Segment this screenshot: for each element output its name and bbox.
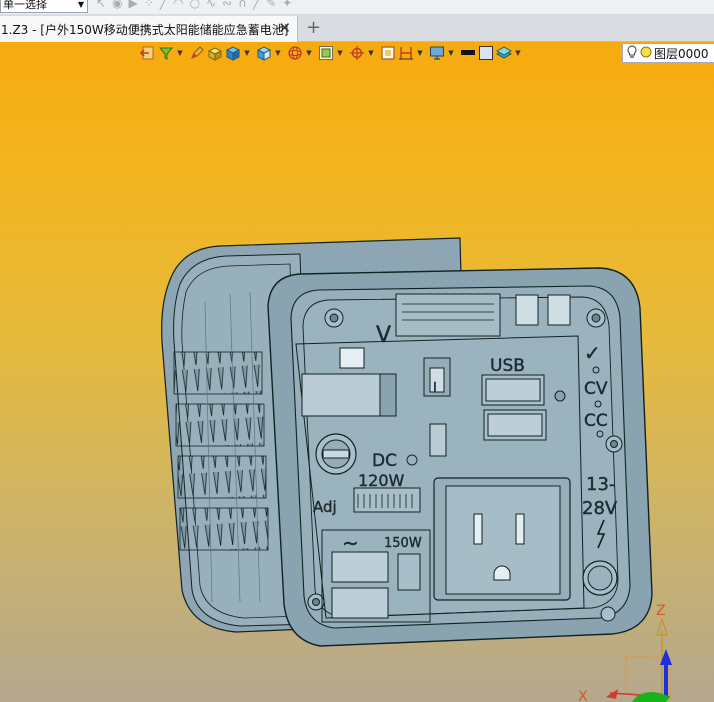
wave-tool-icon[interactable]: ∾ — [222, 0, 232, 12]
points-tool-icon[interactable]: ⁘ — [144, 0, 154, 12]
chevron-down-icon: ▼ — [77, 0, 84, 9]
z-axis-label: Z — [656, 603, 666, 619]
close-icon[interactable]: ✕ — [278, 19, 291, 37]
arc-tool-icon[interactable]: ◠ — [173, 0, 183, 12]
battery-front-panel — [267, 267, 653, 647]
document-tab[interactable]: 1.Z3 - [户外150W移动便携式太阳能储能应急蓄电池] ✕ — [0, 16, 298, 42]
voltage-range-top: 13- — [586, 474, 615, 495]
cursor-tool-icon[interactable]: ↖ — [96, 0, 106, 12]
add-tab-button[interactable]: + — [306, 17, 321, 38]
selection-mode-value: 单一选择 — [3, 0, 47, 11]
document-tab-bar: 1.Z3 - [户外150W移动便携式太阳能储能应急蓄电池] ✕ + — [0, 14, 714, 42]
eye-tool-icon[interactable]: ◉ — [112, 0, 122, 12]
document-tab-title: 1.Z3 - [户外150W移动便携式太阳能储能应急蓄电池] — [1, 22, 289, 37]
spline-tool-icon[interactable]: ∿ — [206, 0, 216, 12]
faded-tool-strip: ↖ ◉ ▶ ⁘ ╱ ◠ ○ ∿ ∾ ∩ ╱ ✎ ✦ — [96, 0, 292, 12]
top-toolbar: 单一选择 ▼ ↖ ◉ ▶ ⁘ ╱ ◠ ○ ∿ ∾ ∩ ╱ ✎ ✦ — [0, 0, 714, 14]
voltage-label: V — [376, 323, 391, 348]
x-axis-label: X — [578, 689, 588, 702]
cc-label: CC — [584, 411, 608, 431]
ac-wave-label: ~ — [342, 531, 359, 555]
circle-tool-icon[interactable]: ○ — [190, 0, 200, 12]
selection-mode-select[interactable]: 单一选择 ▼ — [0, 0, 88, 13]
voltage-range-bottom: 28V — [582, 498, 618, 519]
switch-mark-label: I — [433, 381, 437, 396]
check-label: ✓ — [584, 341, 601, 365]
usb-label: USB — [490, 356, 525, 376]
curve-tool-icon[interactable]: ∩ — [238, 0, 247, 12]
cv-label: CV — [584, 379, 608, 399]
adj-label: Adj — [313, 498, 337, 516]
stamp-tool-icon[interactable]: ✦ — [282, 0, 292, 12]
dc-power-label: 120W — [358, 471, 405, 490]
ac-power-label: 150W — [384, 536, 422, 551]
diag-tool-icon[interactable]: ╱ — [253, 0, 260, 12]
3d-viewport[interactable]: ▼ ▼ ▼ ▼ ▼ ▼ ▼ ▼ ▼ 图层0000 V USB ✓ CV CC D… — [0, 42, 714, 702]
line-tool-icon[interactable]: ╱ — [160, 0, 167, 12]
dc-label: DC — [372, 451, 397, 471]
play-tool-icon[interactable]: ▶ — [129, 0, 138, 12]
axis-triad: Z X — [578, 603, 672, 702]
brush-tool-icon[interactable]: ✎ — [266, 0, 276, 12]
